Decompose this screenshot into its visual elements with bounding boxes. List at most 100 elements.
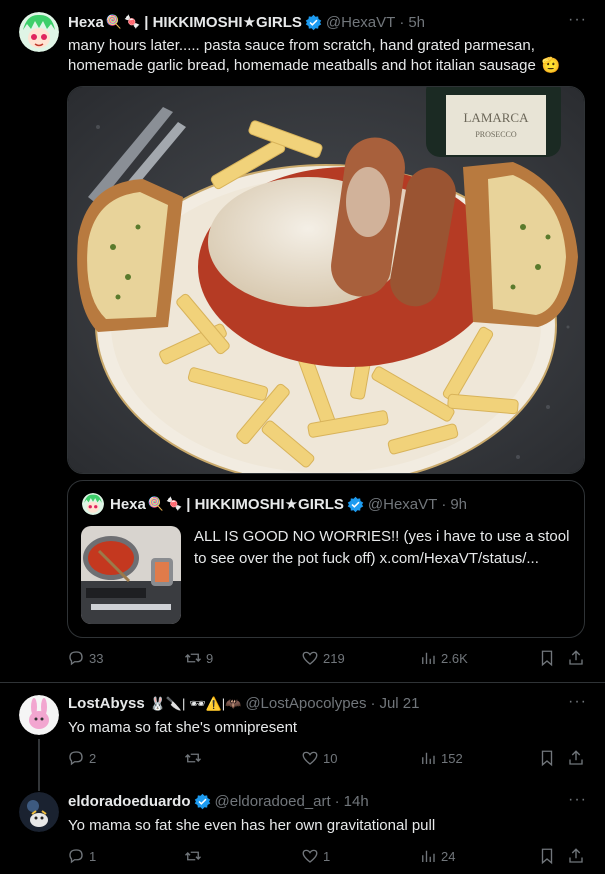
- tweet-photo[interactable]: LAMARCA PROSECCO: [67, 86, 585, 474]
- tweet-actions: 1 1 24: [67, 847, 587, 869]
- views-count: 24: [441, 848, 456, 864]
- like-count: 1: [323, 848, 331, 864]
- quoted-display-name: Hexa: [110, 495, 146, 513]
- tweet-text: many hours later..... pasta sauce from s…: [68, 36, 560, 76]
- heart-icon: [302, 651, 318, 665]
- retweet-button[interactable]: 9: [184, 649, 213, 667]
- display-name[interactable]: Hexa: [68, 14, 104, 31]
- bookmark-button[interactable]: [538, 649, 560, 667]
- timestamp[interactable]: 5h: [408, 14, 425, 31]
- tweet-header: LostAbyss 🐰🔪| 🕶⚠️|🦇 @LostApocolypes · Ju…: [68, 695, 419, 712]
- lollipop-emoji: 🍭: [147, 496, 165, 511]
- retweet-icon: [185, 851, 201, 861]
- quoted-display-name-suffix: | HIKKIMOSHI★GIRLS: [186, 496, 344, 513]
- views-button[interactable]: 24: [419, 847, 455, 865]
- reply-icon: [69, 751, 83, 766]
- quoted-avatar: [82, 493, 104, 515]
- views-chart-icon: [422, 850, 435, 862]
- verified-badge-icon: [347, 496, 364, 512]
- views-chart-icon: [422, 752, 435, 764]
- reply-count: 2: [89, 750, 97, 766]
- display-name-suffix[interactable]: | HIKKIMOSHI★GIRLS: [144, 13, 302, 31]
- verified-badge-icon: [305, 14, 322, 30]
- retweet-icon: [185, 653, 201, 663]
- separator-dot: ·: [370, 695, 376, 712]
- bookmark-icon: [541, 750, 553, 767]
- bookmark-icon: [541, 848, 553, 865]
- more-options-icon[interactable]: ···: [568, 693, 587, 711]
- reply-count: 33: [89, 650, 104, 666]
- views-chart-icon: [422, 652, 435, 664]
- tweet-actions: 2 10 152: [67, 749, 587, 771]
- main-tweet[interactable]: Hexa 🍭 🍬 | HIKKIMOSHI★GIRLS @HexaVT · 5h…: [0, 0, 605, 682]
- tweet-text-line2: homemade garlic bread, homemade meatball…: [68, 57, 536, 74]
- heart-icon: [302, 751, 318, 765]
- candy-emoji: 🍬: [124, 14, 141, 29]
- tweet-text-line1: many hours later..... pasta sauce from s…: [68, 37, 535, 54]
- tweet-header: eldoradoeduardo @eldoradoed_art · 14h: [68, 793, 369, 810]
- retweet-button[interactable]: [184, 749, 206, 767]
- share-button[interactable]: [567, 847, 589, 865]
- retweet-icon: [185, 753, 201, 763]
- bookmark-button[interactable]: [538, 847, 560, 865]
- bookmark-icon: [541, 650, 553, 667]
- display-name[interactable]: LostAbyss: [68, 695, 145, 712]
- like-button[interactable]: 219: [301, 649, 345, 667]
- timestamp[interactable]: Jul 21: [379, 695, 419, 712]
- separator-dot: ·: [441, 495, 447, 513]
- heart-icon: [302, 849, 318, 863]
- share-button[interactable]: [567, 649, 589, 667]
- saluting-face-emoji: 🫡: [541, 57, 561, 74]
- share-button[interactable]: [567, 749, 589, 767]
- views-button[interactable]: 2.6K: [419, 649, 468, 667]
- display-name[interactable]: eldoradoeduardo: [68, 793, 191, 810]
- reply-button[interactable]: 1: [67, 847, 96, 865]
- views-button[interactable]: 152: [419, 749, 463, 767]
- separator-dot: ·: [399, 13, 405, 31]
- quoted-thumbnail: [81, 526, 181, 624]
- like-button[interactable]: 10: [301, 749, 337, 767]
- reply-tweet[interactable]: LostAbyss 🐰🔪| 🕶⚠️|🦇 @LostApocolypes · Ju…: [0, 683, 605, 791]
- quoted-tweet[interactable]: Hexa 🍭 🍬 | HIKKIMOSHI★GIRLS @HexaVT · 9h: [67, 480, 585, 638]
- timestamp[interactable]: 14h: [344, 793, 369, 810]
- more-options-icon[interactable]: ···: [568, 11, 587, 29]
- retweet-button[interactable]: [184, 847, 206, 865]
- tweet-actions: 33 9 219 2.6K: [67, 649, 587, 671]
- reply-icon: [69, 849, 83, 864]
- quoted-header: Hexa 🍭 🍬 | HIKKIMOSHI★GIRLS @HexaVT · 9h: [110, 495, 467, 514]
- reply-icon: [69, 651, 83, 666]
- tweet-header: Hexa 🍭 🍬 | HIKKIMOSHI★GIRLS @HexaVT · 5h: [68, 13, 425, 32]
- quoted-handle: @HexaVT: [367, 495, 438, 513]
- handle[interactable]: @eldoradoed_art: [215, 793, 331, 810]
- share-icon: [569, 650, 583, 665]
- separator-dot: ·: [334, 793, 340, 810]
- candy-emoji: 🍬: [166, 496, 183, 511]
- reply-button[interactable]: 33: [67, 649, 103, 667]
- more-options-icon[interactable]: ···: [568, 791, 587, 809]
- quoted-timestamp: 9h: [450, 495, 467, 513]
- retweet-count: 9: [206, 650, 214, 666]
- handle[interactable]: @LostApocolypes: [245, 695, 366, 712]
- like-button[interactable]: 1: [301, 847, 330, 865]
- name-emoji: 🐰🔪| 🕶⚠️|🦇: [149, 695, 242, 711]
- tweet-text: Yo mama so fat she even has her own grav…: [68, 817, 436, 834]
- avatar[interactable]: [19, 792, 59, 832]
- quoted-text: ALL IS GOOD NO WORRIES!! (yes i have to …: [194, 528, 570, 567]
- tweet-text: Yo mama so fat she's omnipresent: [68, 719, 298, 736]
- handle[interactable]: @HexaVT: [326, 14, 395, 31]
- avatar[interactable]: [19, 12, 59, 52]
- reply-tweet[interactable]: eldoradoeduardo @eldoradoed_art · 14h ··…: [0, 782, 605, 874]
- like-count: 219: [323, 650, 345, 666]
- views-count: 2.6K: [441, 650, 468, 666]
- bookmark-button[interactable]: [538, 749, 560, 767]
- share-icon: [569, 750, 583, 765]
- avatar[interactable]: [19, 695, 59, 735]
- bottle-label: LAMARCA: [463, 110, 529, 125]
- verified-badge-icon: [194, 793, 210, 810]
- lollipop-emoji: 🍭: [105, 14, 123, 29]
- reply-button[interactable]: 2: [67, 749, 96, 767]
- views-count: 152: [441, 750, 463, 766]
- bottle-sublabel: PROSECCO: [475, 130, 517, 139]
- like-count: 10: [323, 750, 338, 766]
- reply-count: 1: [89, 848, 97, 864]
